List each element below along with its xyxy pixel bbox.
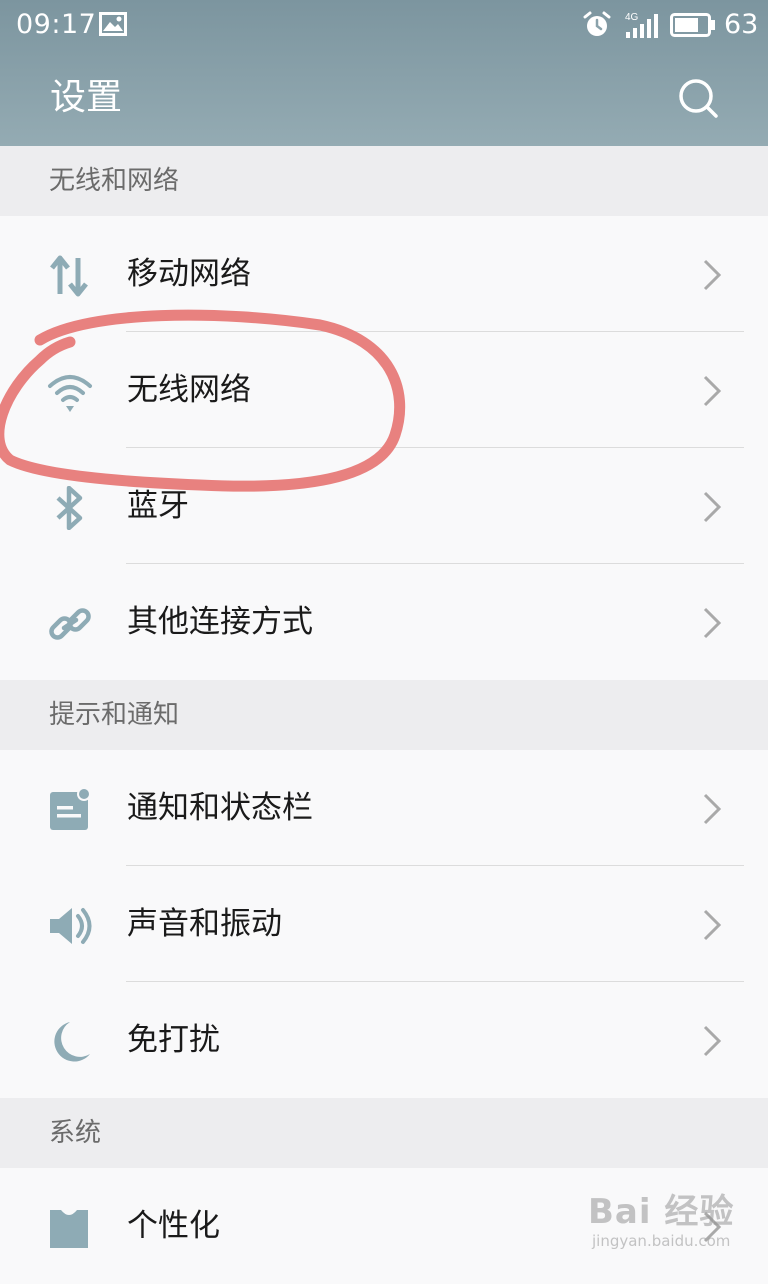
- section-label: 提示和通知: [49, 700, 180, 730]
- settings-item-label: 移动网络: [127, 256, 251, 292]
- chevron-right-icon: [703, 1025, 722, 1057]
- image-icon: [99, 12, 127, 36]
- network-type-label: 4G: [625, 12, 639, 23]
- settings-item-label: 其他连接方式: [127, 604, 313, 640]
- alarm-icon: [583, 11, 611, 36]
- notification-icon: [50, 788, 91, 830]
- chevron-right-icon: [703, 607, 722, 639]
- section-header-notifications: 提示和通知: [0, 680, 768, 750]
- settings-item-label: 蓝牙: [127, 488, 189, 524]
- settings-item-notification-bar[interactable]: 通知和状态栏: [0, 750, 768, 866]
- section-header-system: 系统: [0, 1098, 768, 1168]
- section-header-wireless: 无线和网络: [0, 146, 768, 216]
- settings-item-label: 免打扰: [127, 1022, 220, 1058]
- personalize-icon: [50, 1210, 88, 1248]
- section-label: 无线和网络: [49, 166, 180, 196]
- settings-item-mobile-network[interactable]: 移动网络: [0, 216, 768, 332]
- settings-item-label: 个性化: [127, 1208, 220, 1244]
- status-time: 09:17: [16, 9, 97, 40]
- section-label: 系统: [49, 1118, 102, 1148]
- app-header: 09:17 4G 63 设置: [0, 0, 768, 146]
- signal-icon: 4G: [625, 12, 658, 38]
- settings-item-bluetooth[interactable]: 蓝牙: [0, 448, 768, 564]
- chevron-right-icon: [703, 793, 722, 825]
- chevron-right-icon: [703, 491, 722, 523]
- battery-icon: [670, 13, 715, 37]
- watermark: Bai 经验 jingyan.baidu.com: [588, 1192, 734, 1250]
- settings-item-wifi[interactable]: 无线网络: [0, 332, 768, 448]
- moon-icon: [54, 1022, 90, 1062]
- speaker-icon: [50, 908, 92, 944]
- mobile-data-icon: [50, 255, 88, 297]
- settings-item-label: 声音和振动: [127, 906, 282, 942]
- settings-item-other-connections[interactable]: 其他连接方式: [0, 564, 768, 680]
- settings-item-do-not-disturb[interactable]: 免打扰: [0, 982, 768, 1098]
- chevron-right-icon: [703, 375, 722, 407]
- chevron-right-icon: [703, 909, 722, 941]
- wifi-icon: [48, 375, 92, 412]
- search-icon: [679, 79, 718, 118]
- chevron-right-icon: [703, 259, 722, 291]
- settings-item-sound-vibration[interactable]: 声音和振动: [0, 866, 768, 982]
- search-button[interactable]: [672, 72, 724, 124]
- settings-item-label: 无线网络: [127, 372, 251, 408]
- status-bar: 09:17 4G 63: [0, 0, 768, 52]
- watermark-url: jingyan.baidu.com: [592, 1232, 731, 1250]
- battery-level: 63: [724, 9, 759, 40]
- link-icon: [49, 608, 91, 640]
- bluetooth-icon: [56, 486, 83, 530]
- page-title: 设置: [50, 77, 123, 118]
- settings-item-label: 通知和状态栏: [127, 790, 313, 826]
- watermark-logo: Bai 经验: [588, 1192, 735, 1232]
